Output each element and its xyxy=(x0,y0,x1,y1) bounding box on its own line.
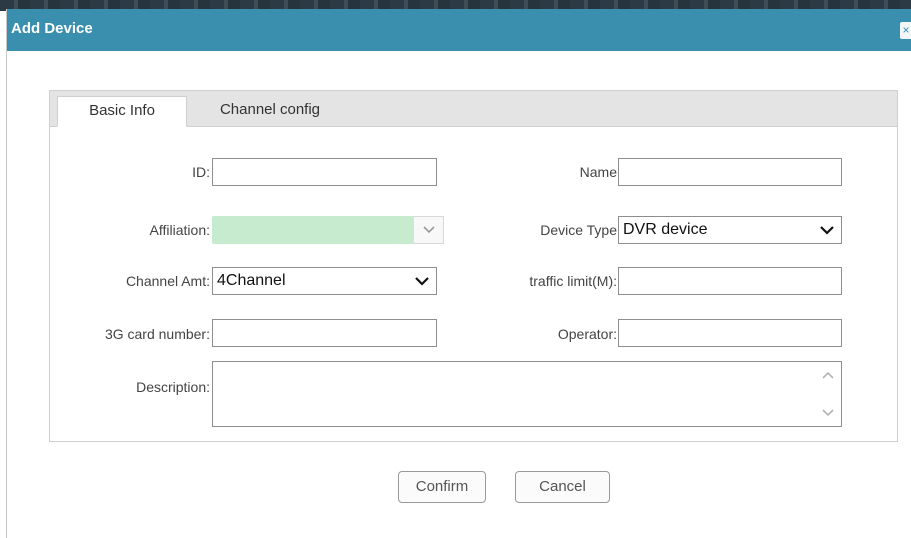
tab-channel-config[interactable]: Channel config xyxy=(205,96,335,131)
description-textarea[interactable] xyxy=(212,361,842,427)
name-input[interactable] xyxy=(618,158,842,186)
dialog-titlebar[interactable]: Add Device × xyxy=(7,9,911,51)
card-number-label: 3G card number: xyxy=(104,326,210,342)
form-panel: Basic Info Channel config ID: Name Affil… xyxy=(49,90,898,442)
device-type-value: DVR device xyxy=(623,221,708,238)
traffic-limit-input[interactable] xyxy=(618,267,842,295)
confirm-button[interactable]: Confirm xyxy=(398,471,486,503)
affiliation-dropdown-button[interactable] xyxy=(414,216,444,244)
affiliation-select[interactable] xyxy=(212,216,438,244)
affiliation-label: Affiliation: xyxy=(149,222,210,238)
tab-bar: Basic Info Channel config xyxy=(50,91,897,127)
traffic-limit-label: traffic limit(M): xyxy=(529,273,617,289)
id-input[interactable] xyxy=(212,158,437,186)
close-button[interactable]: × xyxy=(900,22,911,39)
operator-label: Operator: xyxy=(557,326,617,342)
dialog-title: Add Device xyxy=(11,20,93,37)
scroll-up-icon[interactable] xyxy=(821,370,835,380)
channel-amt-value: 4Channel xyxy=(217,272,286,289)
add-device-dialog: Add Device × Basic Info Channel config I… xyxy=(6,9,911,538)
name-label: Name xyxy=(579,164,617,180)
card-number-input[interactable] xyxy=(212,319,437,347)
scroll-down-icon[interactable] xyxy=(821,408,835,418)
chevron-down-icon xyxy=(820,226,834,235)
tab-basic-info[interactable]: Basic Info xyxy=(57,96,187,127)
channel-amt-label: Channel Amt: xyxy=(125,273,210,289)
chevron-down-icon xyxy=(423,226,435,234)
cancel-button[interactable]: Cancel xyxy=(515,471,610,503)
description-label: Description: xyxy=(136,379,210,395)
id-label: ID: xyxy=(192,164,210,180)
device-type-label: Device Type xyxy=(540,222,617,238)
device-type-select[interactable]: DVR device xyxy=(618,216,842,244)
chevron-down-icon xyxy=(415,277,429,286)
operator-input[interactable] xyxy=(618,319,842,347)
channel-amt-select[interactable]: 4Channel xyxy=(212,267,437,295)
